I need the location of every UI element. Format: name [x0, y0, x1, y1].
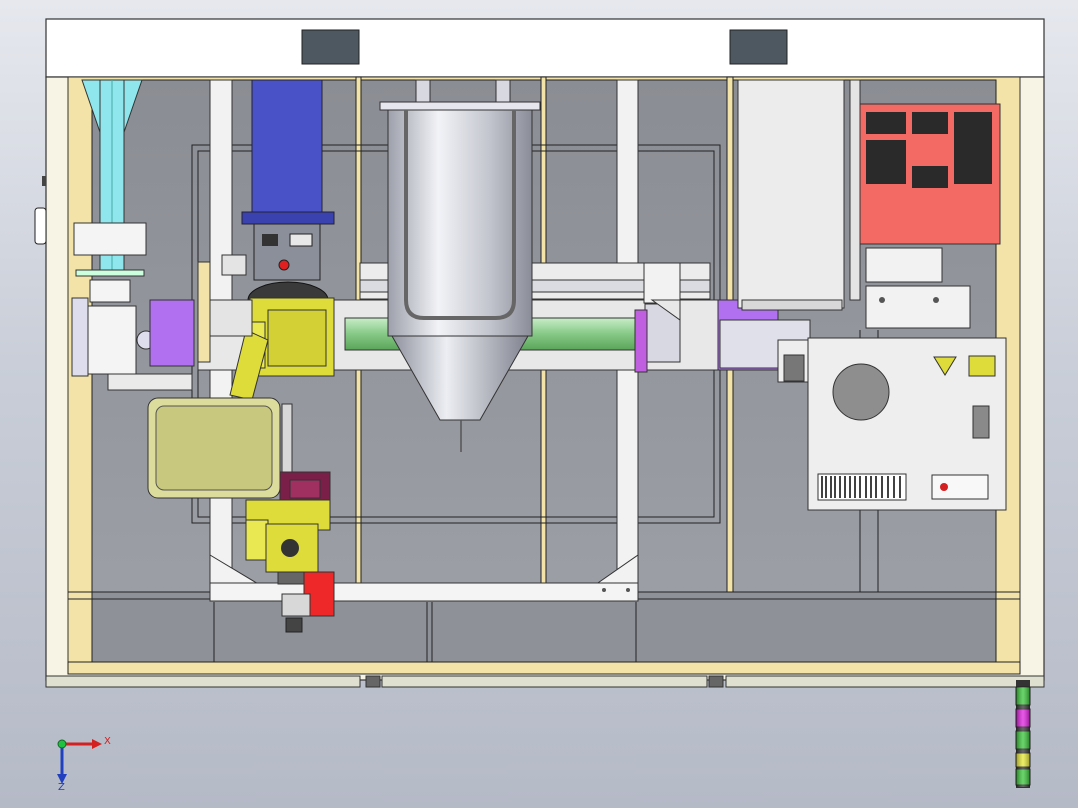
- triad-z-label: Z: [58, 782, 65, 793]
- triad-x-label: X: [104, 736, 111, 747]
- electrical-panel: [777, 337, 1007, 511]
- machine-cad-top-view: X Z: [34, 18, 1045, 793]
- frame-post: [726, 76, 734, 675]
- right-cabinet: [737, 79, 861, 311]
- base-plate: [381, 675, 708, 688]
- indicator-icon: [278, 259, 290, 271]
- base-plate: [725, 675, 1045, 688]
- signal-tower: [1015, 680, 1031, 788]
- round-gauge-icon: [832, 363, 890, 421]
- indicator-icon: [940, 483, 948, 491]
- door-handle: [34, 207, 47, 245]
- triad-origin-icon: [57, 739, 67, 749]
- beige-tray: [147, 397, 281, 499]
- top-window-right: [729, 29, 788, 65]
- enclosure-top-bar: [45, 18, 1045, 78]
- coordinate-triad: X Z: [57, 736, 111, 793]
- base-plate: [45, 675, 361, 688]
- top-window-left: [301, 29, 360, 65]
- base-plate: [365, 675, 381, 688]
- base-plate: [708, 675, 724, 688]
- x-axis-arrow-icon: [92, 739, 102, 749]
